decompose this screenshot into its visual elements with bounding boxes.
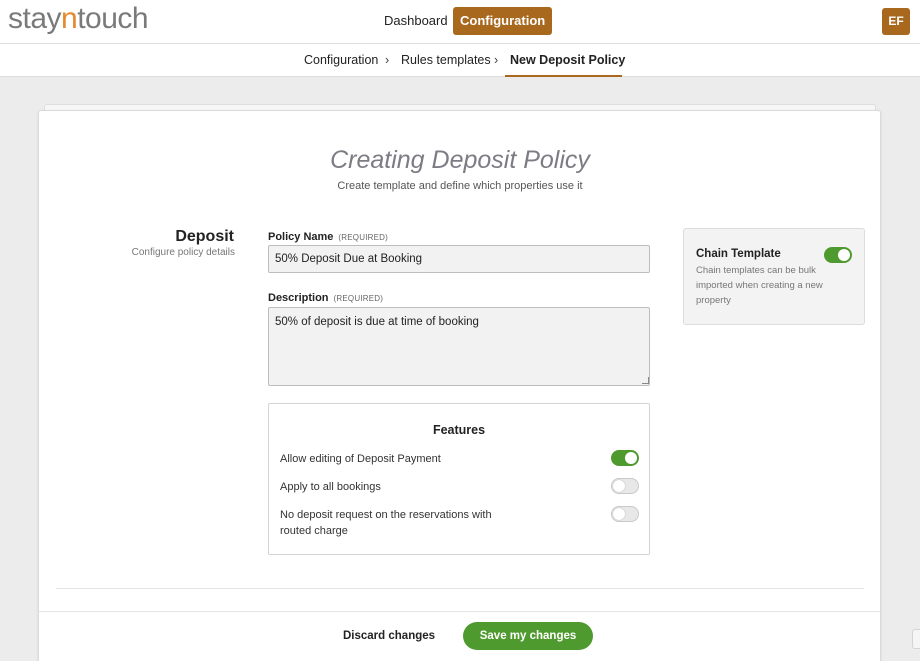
feature-label-apply-all: Apply to all bookings xyxy=(280,481,381,493)
logo-text-accent: n xyxy=(61,2,78,35)
user-avatar[interactable]: EF xyxy=(882,8,910,35)
chevron-right-icon: › xyxy=(385,53,390,67)
top-bar: stayntouch Dashboard Configuration EF xyxy=(0,0,920,44)
side-panel-handle[interactable] xyxy=(912,629,920,649)
section-divider xyxy=(56,588,864,589)
toggle-knob xyxy=(625,452,637,464)
breadcrumb-configuration[interactable]: Configuration xyxy=(304,53,378,67)
toggle-allow-editing[interactable] xyxy=(611,450,639,466)
page-subtitle: Create template and define which propert… xyxy=(337,180,583,192)
logo-text-right: touch xyxy=(77,2,149,35)
toggle-chain-template[interactable] xyxy=(824,247,852,263)
feature-label-allow-editing: Allow editing of Deposit Payment xyxy=(280,453,441,465)
save-changes-button[interactable]: Save my changes xyxy=(463,622,593,650)
chevron-right-icon: › xyxy=(494,53,499,67)
toggle-knob xyxy=(613,480,625,492)
features-title: Features xyxy=(432,423,486,437)
page-title: Creating Deposit Policy xyxy=(330,146,590,174)
logo-text-left: stay xyxy=(8,2,62,35)
nav-configuration[interactable]: Configuration xyxy=(453,7,553,35)
chain-template-title: Chain Template xyxy=(696,248,781,260)
feature-label-no-deposit-routed: No deposit request on the reservations w… xyxy=(280,509,492,537)
stayntouch-logo[interactable]: stayntouch xyxy=(8,2,149,36)
breadcrumb-new-deposit-policy: New Deposit Policy xyxy=(510,53,626,67)
features-panel: Features Allow editing of Deposit Paymen… xyxy=(268,403,650,555)
toggle-knob xyxy=(613,508,625,520)
toggle-no-deposit-routed[interactable] xyxy=(611,506,639,522)
toggle-knob xyxy=(838,249,850,261)
breadcrumb-active-indicator xyxy=(505,75,622,77)
description-label-text: Description xyxy=(268,292,329,304)
footer-divider xyxy=(39,611,880,612)
required-tag: (REQUIRED) xyxy=(333,294,384,303)
description-textarea[interactable]: 50% of deposit is due at time of booking xyxy=(268,307,650,386)
chain-template-panel: Chain Template Chain templates can be bu… xyxy=(683,228,865,325)
discard-changes-button[interactable]: Discard changes xyxy=(338,626,440,646)
required-tag: (REQUIRED) xyxy=(338,233,388,242)
policy-name-label-text: Policy Name xyxy=(268,231,334,243)
section-subtitle: Configure policy details xyxy=(131,247,235,258)
toggle-apply-all[interactable] xyxy=(611,478,639,494)
breadcrumb-rules-templates[interactable]: Rules templates xyxy=(401,53,491,67)
breadcrumb: Configuration › Rules templates › New De… xyxy=(0,44,920,77)
policy-name-label: Policy Name (REQUIRED) xyxy=(268,231,388,243)
section-title: Deposit xyxy=(175,228,234,245)
policy-name-input[interactable] xyxy=(268,245,650,273)
chain-template-description: Chain templates can be bulk imported whe… xyxy=(696,265,823,306)
description-label: Description (REQUIRED) xyxy=(268,292,383,304)
resize-grip-icon[interactable] xyxy=(642,377,649,384)
nav-dashboard[interactable]: Dashboard xyxy=(378,8,454,34)
